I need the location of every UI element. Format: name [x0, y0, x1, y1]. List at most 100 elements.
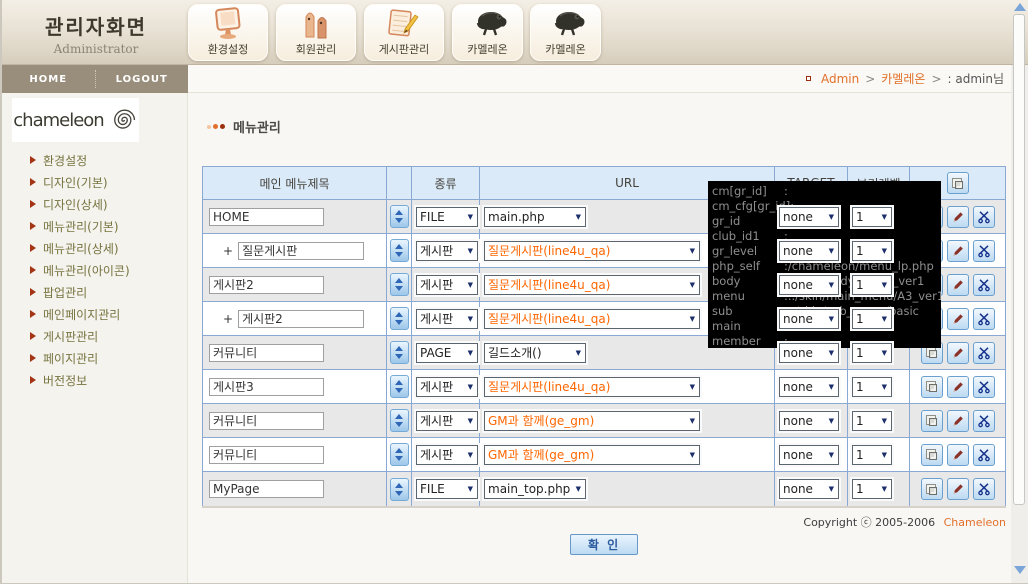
url-select[interactable]: 질문게시판(line4u_qa)▼	[484, 275, 700, 295]
scroll-down-arrow-icon[interactable]	[1014, 566, 1026, 574]
preview-button[interactable]	[921, 376, 943, 398]
breadcrumb-site-link[interactable]: 카멜레온	[881, 70, 925, 87]
edit-button[interactable]	[947, 444, 969, 466]
menu-title-input[interactable]	[209, 208, 324, 226]
cut-button[interactable]	[973, 376, 995, 398]
nav-card-chameleon-2[interactable]: 카멜레온	[530, 4, 601, 61]
type-select[interactable]: FILE▼	[416, 207, 478, 227]
target-select[interactable]: none▼	[779, 309, 839, 329]
target-select[interactable]: none▼	[779, 275, 839, 295]
type-select[interactable]: 게시판▼	[416, 309, 478, 329]
sidebar-item-menu-detail[interactable]: 메뉴관리(상세)	[2, 237, 187, 259]
sort-updown-button[interactable]	[390, 239, 409, 262]
edit-button[interactable]	[947, 206, 969, 228]
menu-title-input[interactable]	[209, 344, 324, 362]
menu-title-input[interactable]	[238, 310, 364, 328]
confirm-button[interactable]: 확 인	[570, 534, 638, 555]
sidebar-item-design-detail[interactable]: 디자인(상세)	[2, 193, 187, 215]
sidebar-item-board[interactable]: 게시판관리	[2, 325, 187, 347]
edit-button[interactable]	[947, 410, 969, 432]
sort-updown-button[interactable]	[390, 443, 409, 466]
breadcrumb-admin-link[interactable]: Admin	[821, 72, 859, 86]
url-select[interactable]: main.php▼	[484, 207, 586, 227]
menu-title-input[interactable]	[209, 412, 324, 430]
type-select[interactable]: 게시판▼	[416, 377, 478, 397]
target-select[interactable]: none▼	[779, 377, 839, 397]
level-select[interactable]: 1▼	[852, 479, 892, 499]
level-select[interactable]: 1▼	[852, 411, 892, 431]
url-select[interactable]: 길드소개()▼	[484, 343, 586, 363]
sort-updown-button[interactable]	[390, 478, 409, 501]
target-select[interactable]: none▼	[779, 411, 839, 431]
sidebar-item-menu-icon[interactable]: 메뉴관리(아이콘)	[2, 259, 187, 281]
sidebar-item-version[interactable]: 버전정보	[2, 369, 187, 391]
cut-button[interactable]	[973, 240, 995, 262]
edit-button[interactable]	[947, 240, 969, 262]
type-select[interactable]: 게시판▼	[416, 241, 478, 261]
sort-updown-button[interactable]	[390, 307, 409, 330]
level-select[interactable]: 1▼	[852, 445, 892, 465]
add-menu-button[interactable]	[947, 172, 969, 194]
nav-card-board[interactable]: 게시판관리	[364, 4, 444, 61]
level-select[interactable]: 1▼	[852, 275, 892, 295]
cut-button[interactable]	[973, 206, 995, 228]
cut-button[interactable]	[973, 274, 995, 296]
menu-title-input[interactable]	[209, 480, 324, 498]
edit-button[interactable]	[947, 274, 969, 296]
preview-button[interactable]	[921, 444, 943, 466]
type-select[interactable]: PAGE▼	[416, 343, 478, 363]
sort-updown-button[interactable]	[390, 273, 409, 296]
target-select[interactable]: none▼	[779, 445, 839, 465]
edit-button[interactable]	[947, 342, 969, 364]
preview-button[interactable]	[921, 410, 943, 432]
menu-title-input[interactable]	[209, 446, 324, 464]
cut-button[interactable]	[973, 444, 995, 466]
scroll-up-arrow-icon[interactable]	[1014, 3, 1026, 11]
level-select[interactable]: 1▼	[852, 309, 892, 329]
level-select[interactable]: 1▼	[852, 377, 892, 397]
url-select[interactable]: 질문게시판(line4u_qa)▼	[484, 309, 700, 329]
type-select[interactable]: 게시판▼	[416, 411, 478, 431]
nav-card-members[interactable]: 회원관리	[276, 4, 356, 61]
menu-title-input[interactable]	[209, 276, 324, 294]
nav-card-chameleon-1[interactable]: 카멜레온	[452, 4, 523, 61]
sort-updown-button[interactable]	[390, 375, 409, 398]
cut-button[interactable]	[973, 308, 995, 330]
sidebar-item-menu-basic[interactable]: 메뉴관리(기본)	[2, 215, 187, 237]
menu-title-input[interactable]	[209, 378, 324, 396]
target-select[interactable]: none▼	[779, 479, 839, 499]
level-select[interactable]: 1▼	[852, 343, 892, 363]
scrollbar-thumb[interactable]	[1013, 14, 1025, 505]
target-select[interactable]: none▼	[779, 207, 839, 227]
type-select[interactable]: 게시판▼	[416, 275, 478, 295]
preview-button[interactable]	[921, 478, 943, 500]
nav-card-config[interactable]: 환경설정	[188, 4, 268, 61]
type-select[interactable]: 게시판▼	[416, 445, 478, 465]
cut-button[interactable]	[973, 342, 995, 364]
type-select[interactable]: FILE▼	[416, 479, 478, 499]
edit-button[interactable]	[947, 308, 969, 330]
url-select[interactable]: 질문게시판(line4u_qa)▼	[484, 377, 700, 397]
sidebar-item-mainpage[interactable]: 메인페이지관리	[2, 303, 187, 325]
edit-button[interactable]	[947, 478, 969, 500]
home-link[interactable]: HOME	[2, 74, 95, 85]
sidebar-item-popup[interactable]: 팝업관리	[2, 281, 187, 303]
brand-link[interactable]: Chameleon	[944, 516, 1006, 529]
edit-button[interactable]	[947, 376, 969, 398]
sidebar-item-config[interactable]: 환경설정	[2, 149, 187, 171]
target-select[interactable]: none▼	[779, 241, 839, 261]
logout-link[interactable]: LOGOUT	[96, 74, 189, 85]
sort-updown-button[interactable]	[390, 409, 409, 432]
sort-updown-button[interactable]	[390, 341, 409, 364]
url-select[interactable]: GM과 함께(ge_gm)▼	[484, 445, 700, 465]
url-select[interactable]: GM과 함께(ge_gm)▼	[484, 411, 700, 431]
url-select[interactable]: 질문게시판(line4u_qa)▼	[484, 241, 700, 261]
sidebar-item-page[interactable]: 페이지관리	[2, 347, 187, 369]
sort-updown-button[interactable]	[390, 205, 409, 228]
menu-title-input[interactable]	[238, 242, 364, 260]
target-select[interactable]: none▼	[779, 343, 839, 363]
cut-button[interactable]	[973, 410, 995, 432]
cut-button[interactable]	[973, 478, 995, 500]
sidebar-item-design-basic[interactable]: 디자인(기본)	[2, 171, 187, 193]
level-select[interactable]: 1▼	[852, 241, 892, 261]
